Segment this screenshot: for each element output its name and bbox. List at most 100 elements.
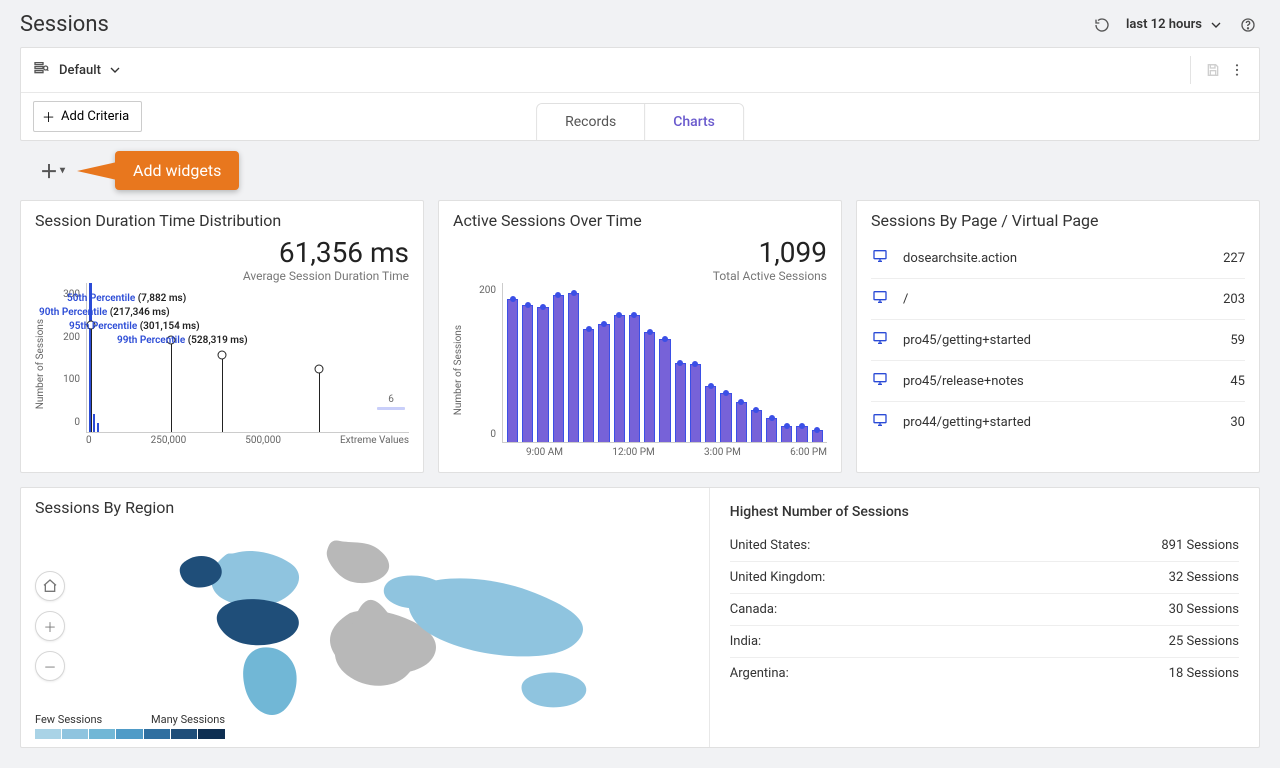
region-name: Canada: — [730, 602, 777, 617]
page-count: 227 — [1223, 251, 1245, 266]
page-row[interactable]: / 203 — [871, 278, 1245, 319]
page-row[interactable]: pro44/getting+started 30 — [871, 401, 1245, 442]
monitor-icon — [871, 289, 889, 309]
region-row: Argentina: 18 Sessions — [730, 658, 1239, 689]
page-name: pro44/getting+started — [903, 415, 1216, 430]
monitor-icon — [871, 330, 889, 350]
page-title: Sessions — [20, 12, 109, 37]
time-range-label: last 12 hours — [1126, 17, 1202, 32]
page-name: / — [903, 292, 1209, 307]
y-axis-ticks: 200 0 — [472, 283, 496, 458]
avg-duration-label: Average Session Duration Time — [35, 269, 409, 283]
toolbar: Default Records Charts ＋ Add Criter — [20, 47, 1260, 141]
bar[interactable] — [583, 329, 594, 442]
world-map[interactable] — [95, 523, 675, 733]
widget-session-duration-dist: Session Duration Time Distribution 61,35… — [20, 200, 424, 473]
page-row[interactable]: pro45/getting+started 59 — [871, 319, 1245, 360]
extreme-count: 6 — [388, 394, 394, 405]
time-range-picker[interactable]: last 12 hours — [1126, 17, 1224, 33]
widget-title: Active Sessions Over Time — [453, 211, 827, 230]
filter-list-icon[interactable] — [33, 60, 49, 80]
bar[interactable] — [629, 315, 640, 442]
region-list-title: Highest Number of Sessions — [730, 504, 1239, 520]
region-name: United Kingdom: — [730, 570, 826, 585]
saved-filter-dropdown[interactable]: Default — [59, 62, 123, 78]
bar[interactable] — [751, 410, 762, 442]
divider — [1190, 56, 1191, 84]
chevron-down-icon — [1208, 17, 1224, 33]
region-value: 891 Sessions — [1161, 538, 1239, 553]
page-row[interactable]: dosearchsite.action 227 — [871, 238, 1245, 278]
avg-duration-value: 61,356 ms — [35, 236, 409, 269]
tab-records[interactable]: Records — [537, 104, 644, 140]
page-name: dosearchsite.action — [903, 251, 1209, 266]
bar[interactable] — [507, 299, 518, 442]
region-row: United Kingdom: 32 Sessions — [730, 562, 1239, 594]
page-count: 45 — [1230, 374, 1245, 389]
refresh-icon[interactable] — [1090, 13, 1114, 37]
page-count: 59 — [1230, 333, 1245, 348]
page-name: pro45/getting+started — [903, 333, 1216, 348]
widget-title: Session Duration Time Distribution — [35, 211, 409, 230]
region-value: 32 Sessions — [1169, 570, 1239, 585]
page-count: 30 — [1230, 415, 1245, 430]
add-widget-button[interactable]: ＋▾ — [40, 158, 65, 184]
region-value: 30 Sessions — [1169, 602, 1239, 617]
map-home-button[interactable] — [35, 571, 65, 601]
monitor-icon — [871, 248, 889, 268]
x-axis-ticks: 0 250,000 500,000 Extreme Values — [86, 435, 409, 446]
total-sessions-value: 1,099 — [453, 236, 827, 269]
widget-sessions-by-region: Sessions By Region ＋ － — [20, 487, 1260, 748]
bar[interactable] — [766, 418, 777, 442]
y-axis-label: Number of Sessions — [35, 319, 46, 409]
bar[interactable] — [598, 324, 609, 442]
region-row: Canada: 30 Sessions — [730, 594, 1239, 626]
bar[interactable] — [553, 295, 564, 442]
widget-title: Sessions By Page / Virtual Page — [871, 211, 1245, 230]
save-icon[interactable] — [1201, 58, 1225, 82]
plus-icon: ＋ — [42, 107, 55, 126]
monitor-icon — [871, 412, 889, 432]
region-name: United States: — [730, 538, 811, 553]
map-zoom-in-button[interactable]: ＋ — [35, 611, 65, 641]
bar[interactable] — [690, 364, 701, 442]
bar[interactable] — [675, 363, 686, 443]
view-tabs: Records Charts — [536, 103, 744, 141]
tab-charts[interactable]: Charts — [644, 104, 743, 140]
more-menu-icon[interactable] — [1225, 58, 1249, 82]
bar[interactable] — [781, 426, 792, 442]
bar[interactable] — [720, 393, 731, 442]
widget-sessions-by-page: Sessions By Page / Virtual Page dosearch… — [856, 200, 1260, 473]
map-zoom-out-button[interactable]: － — [35, 651, 65, 681]
y-axis-label: Number of Sessions — [453, 325, 464, 415]
bar[interactable] — [568, 293, 579, 442]
page-row[interactable]: pro45/release+notes 45 — [871, 360, 1245, 401]
bar[interactable] — [659, 339, 670, 442]
saved-filter-name: Default — [59, 63, 101, 78]
bar[interactable] — [644, 332, 655, 442]
bar[interactable] — [537, 307, 548, 442]
add-criteria-button[interactable]: ＋ Add Criteria — [33, 101, 142, 132]
bar[interactable] — [736, 402, 747, 442]
x-axis-ticks: 9:00 AM 12:00 PM 3:00 PM 6:00 PM — [502, 447, 827, 458]
region-row: India: 25 Sessions — [730, 626, 1239, 658]
bar[interactable] — [796, 426, 807, 442]
bar[interactable] — [522, 305, 533, 442]
page-count: 203 — [1223, 292, 1245, 307]
bar[interactable] — [705, 386, 716, 442]
region-name: Argentina: — [730, 666, 789, 681]
help-icon[interactable] — [1236, 13, 1260, 37]
region-value: 18 Sessions — [1169, 666, 1239, 681]
bar[interactable] — [812, 430, 823, 442]
monitor-icon — [871, 371, 889, 391]
add-criteria-label: Add Criteria — [61, 109, 129, 124]
bar[interactable] — [614, 315, 625, 442]
region-name: India: — [730, 634, 761, 649]
chevron-down-icon — [107, 62, 123, 78]
widget-active-sessions: Active Sessions Over Time 1,099 Total Ac… — [438, 200, 842, 473]
map-legend: Few Sessions Many Sessions — [35, 713, 225, 739]
active-sessions-plot — [502, 283, 827, 443]
region-value: 25 Sessions — [1169, 634, 1239, 649]
region-row: United States: 891 Sessions — [730, 530, 1239, 562]
total-sessions-label: Total Active Sessions — [453, 269, 827, 283]
